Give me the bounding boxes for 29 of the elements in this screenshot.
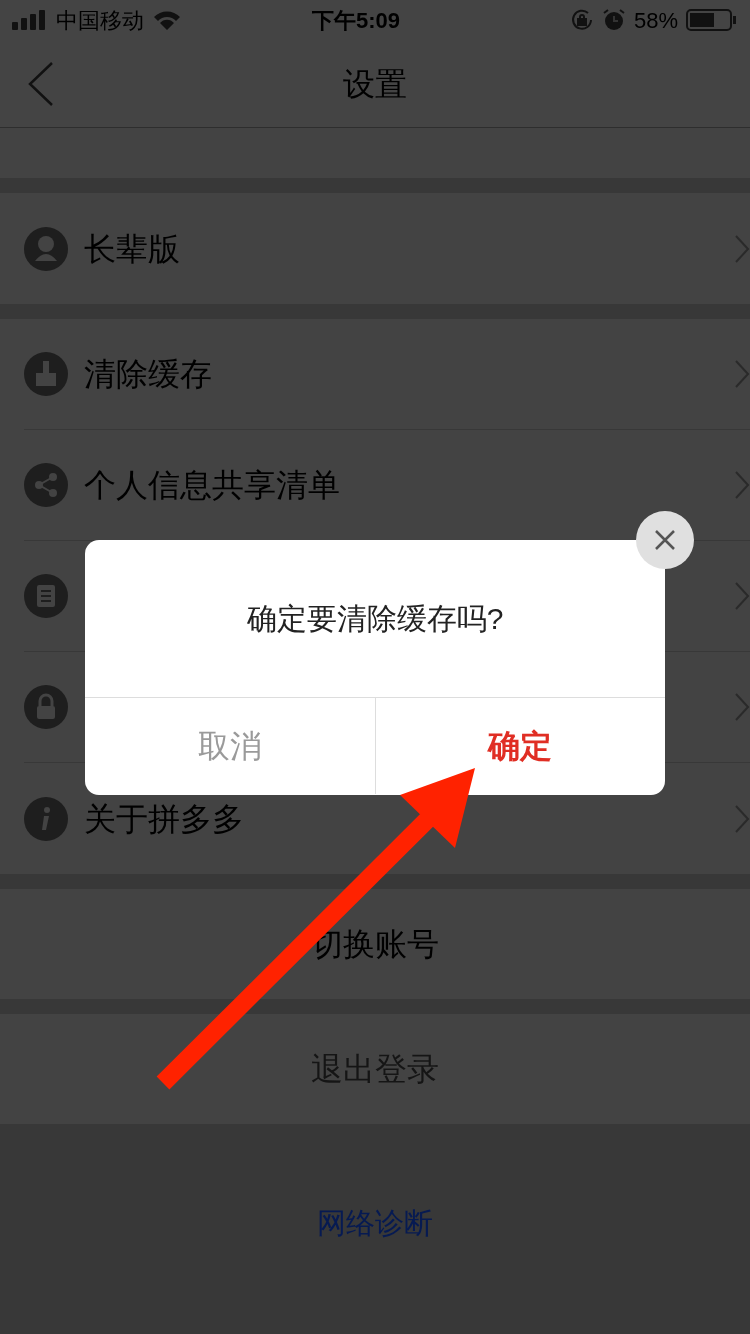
battery-percent: 58% [633, 6, 678, 35]
chevron-icon [734, 233, 750, 264]
row-label: 清除缓存 [84, 355, 212, 394]
chevron-icon [734, 581, 750, 611]
chevron-icon [734, 359, 750, 389]
lock-icon [24, 685, 68, 729]
info-icon [24, 796, 68, 841]
settings-row[interactable]: 个人信息共享清单 [0, 430, 750, 541]
carrier-name: 中国移动 [56, 6, 144, 35]
chevron-icon [734, 803, 750, 834]
alarm-icon [601, 8, 626, 32]
chevron-icon [734, 470, 750, 500]
document-icon [24, 574, 68, 618]
row-label: 个人信息共享清单 [84, 466, 340, 505]
person-icon [24, 226, 68, 271]
row-label: 长辈版 [84, 229, 180, 269]
broom-icon [24, 352, 68, 396]
page-title: 设置 [343, 64, 407, 104]
share-icon [24, 463, 68, 507]
close-icon [653, 528, 677, 552]
rotation-lock-icon [569, 8, 594, 32]
signal-icon [12, 10, 48, 30]
chevron-icon [734, 692, 750, 722]
settings-row[interactable]: 长辈版 [0, 193, 750, 304]
settings-row[interactable]: 清除缓存 [0, 319, 750, 430]
status-time: 下午5:09 [310, 6, 401, 35]
wifi-icon [152, 9, 182, 31]
row-label: 关于拼多多 [84, 799, 244, 839]
battery-icon [686, 8, 738, 32]
